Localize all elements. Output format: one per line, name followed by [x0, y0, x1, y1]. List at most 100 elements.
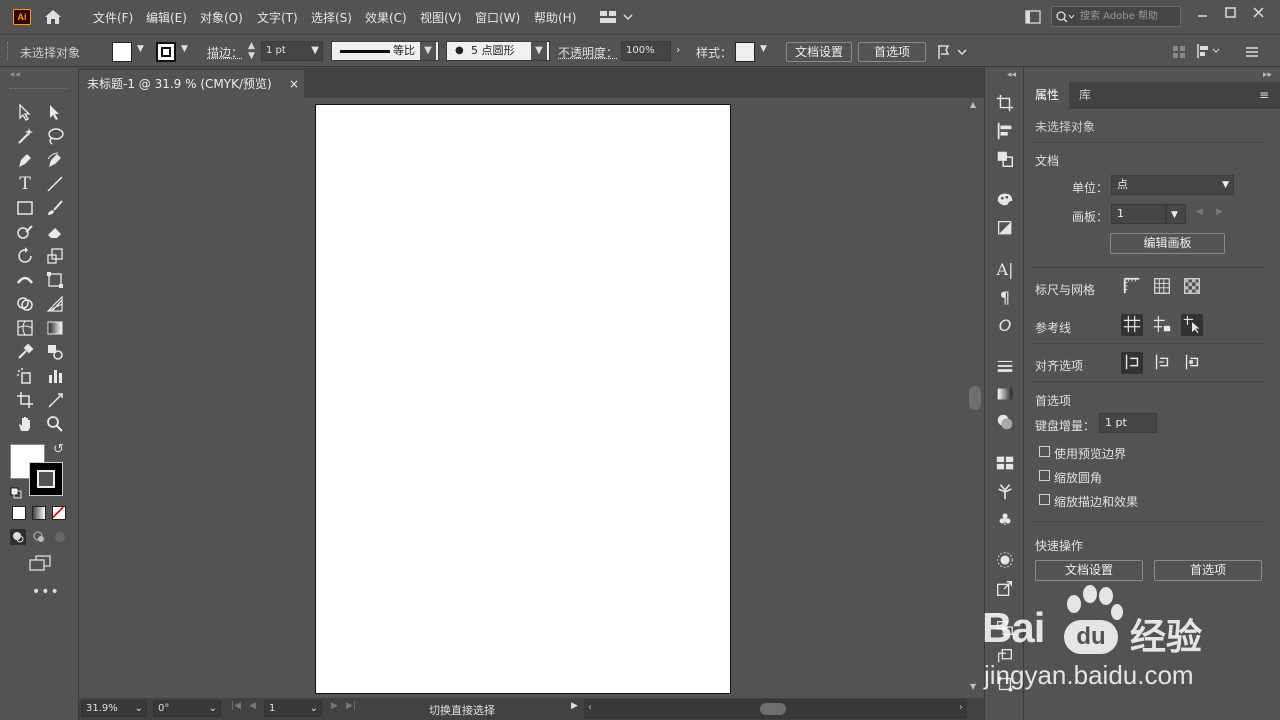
curvature-tool-icon[interactable] — [44, 149, 66, 171]
draw-behind-icon[interactable] — [31, 529, 47, 545]
symbols-panel-icon[interactable]: ♣ — [994, 509, 1016, 531]
vertical-scroll-thumb[interactable] — [969, 386, 981, 410]
artboards-panel-icon[interactable] — [994, 93, 1016, 115]
character-panel-icon[interactable]: A| — [994, 259, 1016, 281]
align-grid-icon[interactable] — [1172, 44, 1186, 58]
menu-edit[interactable]: 编辑(E) — [146, 9, 187, 26]
smart-guides-icon[interactable] — [1181, 314, 1203, 336]
slice-tool-icon[interactable] — [44, 389, 66, 411]
panel-menu-icon[interactable] — [1244, 44, 1260, 58]
blend-tool-icon[interactable] — [44, 341, 66, 363]
workspace-switcher-icon[interactable] — [598, 9, 634, 25]
mesh-tool-icon[interactable] — [14, 317, 36, 339]
show-guides-icon[interactable] — [1121, 314, 1143, 336]
document-tab[interactable]: 未标题-1 @ 31.9 % (CMYK/预览) × — [79, 70, 304, 98]
transparency-grid-icon[interactable] — [1181, 276, 1203, 298]
brushes-panel-icon[interactable] — [994, 481, 1016, 503]
edit-artboards-button[interactable]: 编辑画板 — [1110, 233, 1225, 254]
appearance-panel-icon[interactable] — [994, 412, 1016, 434]
opacity-field[interactable]: 100% — [621, 41, 671, 61]
stroke-stepper-icon[interactable]: ▲ ▼ — [248, 41, 255, 61]
stroke-dropdown-chevron-icon[interactable]: ▼ — [181, 44, 188, 54]
gradient-tool-icon[interactable] — [44, 317, 66, 339]
type-tool-icon[interactable]: T — [14, 173, 36, 195]
artboard-chevron-icon[interactable]: ▼ — [1166, 204, 1186, 224]
collapse-dock-icon[interactable]: ◂◂ — [1007, 70, 1016, 80]
swatches-panel-icon[interactable] — [994, 453, 1016, 475]
artboard-tool-icon[interactable] — [14, 389, 36, 411]
brush-dropdown[interactable]: ● 5 点圆形 ▼ — [446, 41, 550, 61]
rotation-field[interactable]: 0° ⌄ — [153, 700, 221, 717]
scroll-right-icon[interactable]: › — [959, 702, 963, 713]
artboard-field[interactable]: 1 — [1111, 204, 1166, 224]
close-tab-icon[interactable]: × — [289, 70, 299, 98]
quick-document-setup-button[interactable]: 文档设置 — [1035, 560, 1143, 581]
collapse-panel-icon[interactable]: ▸▸ — [1263, 70, 1272, 80]
checkbox-scale-strokes-effects[interactable] — [1039, 494, 1050, 505]
perspective-grid-tool-icon[interactable] — [44, 293, 66, 315]
pathfinder-panel-icon[interactable] — [994, 149, 1016, 171]
draw-normal-icon[interactable] — [10, 529, 26, 545]
next-artboard-icon[interactable]: ▶ — [331, 701, 338, 711]
zoom-tool-icon[interactable] — [44, 413, 66, 435]
change-screen-mode-icon[interactable] — [28, 555, 52, 571]
stroke-weight-field[interactable]: 1 pt ▼ — [261, 41, 323, 61]
next-artboard-panel-icon[interactable]: ▶ — [1216, 207, 1223, 217]
first-artboard-icon[interactable]: |◀ — [231, 701, 241, 711]
rotate-tool-icon[interactable] — [14, 245, 36, 267]
shape-builder-tool-icon[interactable] — [14, 293, 36, 315]
zoom-field[interactable]: 31.9% ⌄ — [81, 700, 147, 717]
paintbrush-tool-icon[interactable] — [44, 197, 66, 219]
color-guide-panel-icon[interactable] — [994, 190, 1016, 212]
graphic-style-swatch[interactable] — [735, 42, 755, 62]
opacity-expand-chevron-icon[interactable]: › — [676, 43, 680, 56]
transparency-panel-icon[interactable] — [994, 218, 1016, 240]
close-window-button[interactable] — [1248, 4, 1269, 22]
width-tool-icon[interactable] — [14, 269, 36, 291]
align-panel-icon[interactable] — [994, 121, 1016, 143]
control-bar-grip-icon[interactable] — [7, 42, 10, 60]
gradient-mode-icon[interactable] — [32, 506, 46, 520]
maximize-button[interactable] — [1220, 4, 1241, 22]
scroll-down-icon[interactable]: ▼ — [970, 682, 976, 691]
line-tool-icon[interactable] — [44, 173, 66, 195]
tab-libraries[interactable]: 库 — [1069, 82, 1101, 109]
lasso-tool-icon[interactable] — [44, 125, 66, 147]
status-menu-icon[interactable]: ▶ — [571, 701, 578, 711]
lock-guides-icon[interactable] — [1151, 314, 1173, 336]
stroke-label[interactable]: 描边： — [207, 44, 243, 61]
paragraph-panel-icon[interactable]: ¶ — [994, 287, 1016, 309]
symbol-sprayer-tool-icon[interactable] — [14, 365, 36, 387]
style-dropdown-chevron-icon[interactable]: ▼ — [760, 44, 767, 54]
minimize-button[interactable] — [1192, 4, 1213, 22]
gradient-panel-icon[interactable] — [994, 384, 1016, 406]
scale-tool-icon[interactable] — [44, 245, 66, 267]
hand-tool-icon[interactable] — [14, 413, 36, 435]
arrange-documents-icon[interactable] — [1024, 9, 1042, 25]
stroke-profile-dropdown[interactable]: 等比 ▼ — [331, 41, 439, 61]
menu-window[interactable]: 窗口(W) — [475, 9, 520, 26]
menu-type[interactable]: 文字(T) — [257, 9, 298, 26]
eyedropper-tool-icon[interactable] — [14, 341, 36, 363]
prev-artboard-icon[interactable]: ◀ — [249, 701, 256, 711]
stroke-color-box[interactable] — [29, 462, 63, 496]
preferences-button[interactable]: 首选项 — [858, 42, 926, 62]
snap-to-pixel-icon[interactable] — [1151, 352, 1173, 374]
fill-dropdown-chevron-icon[interactable]: ▼ — [137, 44, 144, 54]
show-rulers-icon[interactable] — [1121, 276, 1143, 298]
horizontal-scroll-thumb[interactable] — [760, 703, 786, 715]
snap-to-point-icon[interactable] — [1121, 352, 1143, 374]
edit-toolbar-more-icon[interactable]: ••• — [32, 584, 60, 600]
panel-menu-icon-right[interactable]: ≡ — [1259, 88, 1269, 102]
column-graph-tool-icon[interactable] — [44, 365, 66, 387]
draw-inside-icon[interactable] — [52, 529, 68, 545]
scroll-left-icon[interactable]: ‹ — [588, 702, 592, 713]
collapse-toolbar-icon[interactable]: «« — [10, 70, 21, 80]
tab-properties[interactable]: 属性 — [1025, 82, 1069, 109]
last-artboard-icon[interactable]: ▶| — [346, 701, 356, 711]
prev-artboard-panel-icon[interactable]: ◀ — [1196, 207, 1203, 217]
checkbox-preview-bounds[interactable] — [1039, 446, 1050, 457]
keyboard-increment-field[interactable]: 1 pt — [1099, 413, 1157, 433]
opentype-panel-icon[interactable]: O — [994, 315, 1016, 337]
none-mode-icon[interactable] — [52, 506, 66, 520]
